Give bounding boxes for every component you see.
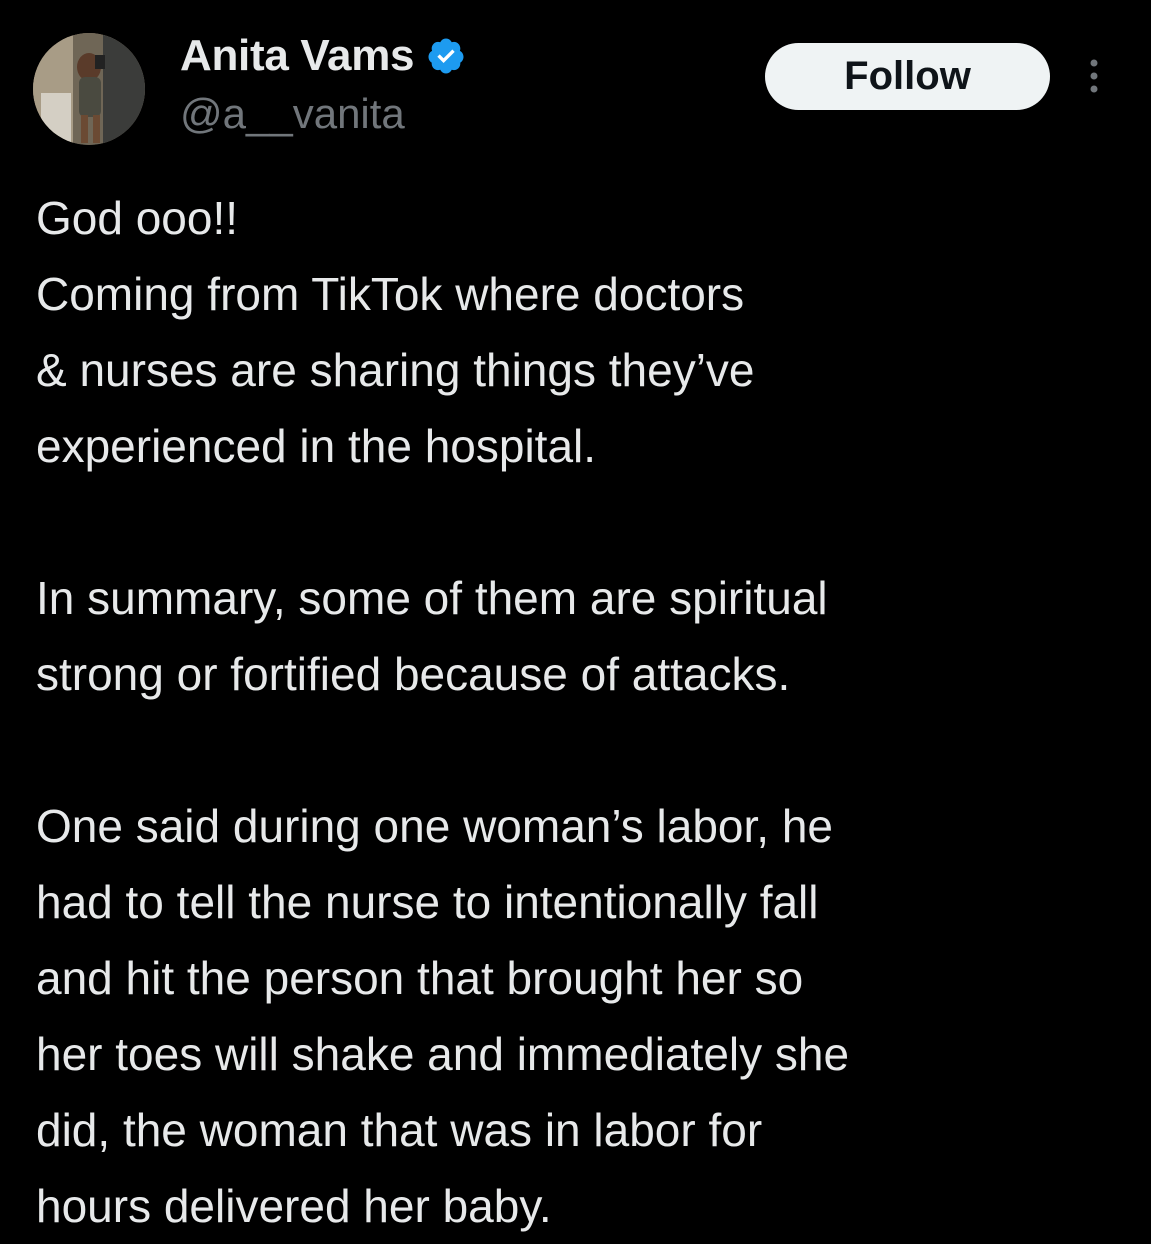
tweet-line: and hit the person that brought her so <box>36 952 804 1004</box>
tweet-line: strong or fortified because of attacks. <box>36 648 791 700</box>
tweet-line: In summary, some of them are spiritual <box>36 572 828 624</box>
tweet-line: hours delivered her baby. <box>36 1180 552 1232</box>
tweet-card: Anita Vams @a__vanita Follow God ooo!! C… <box>0 0 1151 1236</box>
tweet-paragraph: In summary, some of them are spiritual s… <box>36 560 1126 712</box>
tweet-line: did, the woman that was in labor for <box>36 1104 763 1156</box>
author-handle[interactable]: @a__vanita <box>180 90 405 138</box>
profile-photo <box>33 33 145 145</box>
verified-badge-icon <box>426 36 466 76</box>
tweet-line: God ooo!! <box>36 192 239 244</box>
tweet-paragraph: God ooo!! Coming from TikTok where docto… <box>36 180 1126 484</box>
tweet-line: had to tell the nurse to intentionally f… <box>36 876 819 928</box>
more-vertical-icon[interactable] <box>1082 56 1106 96</box>
tweet-line: & nurses are sharing things they’ve <box>36 344 755 396</box>
tweet-text: God ooo!! Coming from TikTok where docto… <box>36 180 1126 1244</box>
tweet-line: experienced in the hospital. <box>36 420 597 472</box>
follow-button[interactable]: Follow <box>765 43 1050 110</box>
author-display-name[interactable]: Anita Vams <box>180 31 415 81</box>
tweet-line: Coming from TikTok where doctors <box>36 268 745 320</box>
author-name-row: Anita Vams <box>180 30 466 82</box>
tweet-line: One said during one woman’s labor, he <box>36 800 834 852</box>
avatar[interactable] <box>33 33 145 145</box>
tweet-paragraph: One said during one woman’s labor, he ha… <box>36 788 1126 1244</box>
tweet-line: her toes will shake and immediately she <box>36 1028 850 1080</box>
